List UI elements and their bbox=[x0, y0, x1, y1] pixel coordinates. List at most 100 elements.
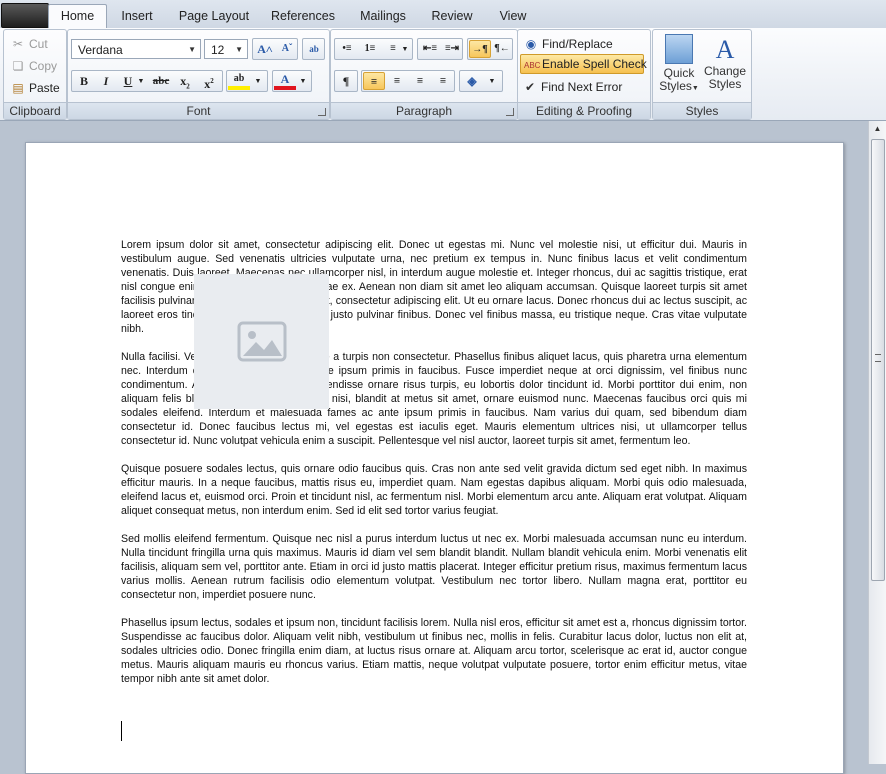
align-right-icon[interactable]: ≡ bbox=[409, 72, 431, 90]
highlight-strip: ab ▼ bbox=[226, 70, 268, 92]
tab-page-layout[interactable]: Page Layout bbox=[172, 7, 256, 27]
tab-references[interactable]: References bbox=[266, 7, 340, 27]
chevron-down-icon[interactable]: ▼ bbox=[252, 72, 264, 90]
clipboard-icon: ▤ bbox=[12, 81, 24, 95]
change-styles-label-2: Styles bbox=[708, 77, 742, 91]
copy-button[interactable]: ❏ Copy bbox=[10, 56, 57, 76]
document-page[interactable]: Lorem ipsum dolor sit amet, consectetur … bbox=[25, 142, 844, 774]
indent-strip: ⇤≡ ≡⇥ bbox=[417, 38, 463, 60]
bold-icon[interactable]: B bbox=[73, 72, 95, 90]
left-to-right-icon[interactable]: →¶ bbox=[469, 40, 491, 58]
font-size-value: 12 bbox=[211, 43, 225, 57]
shrink-font-icon[interactable]: Aˇ bbox=[276, 40, 298, 58]
cut-label: Cut bbox=[29, 37, 48, 51]
find-replace-label: Find/Replace bbox=[542, 37, 613, 51]
font-size-select[interactable]: 12 ▼ bbox=[204, 39, 248, 59]
font-grow-shrink-strip: A˄ Aˇ bbox=[252, 38, 298, 60]
tab-mailings[interactable]: Mailings bbox=[352, 7, 414, 27]
scrollbar-thumb[interactable] bbox=[871, 139, 885, 581]
quick-styles-icon bbox=[665, 34, 693, 64]
lists-strip: •≡ 1≡ ≡ ▼ bbox=[334, 38, 413, 60]
spell-check-icon: ABC bbox=[524, 61, 541, 70]
image-placeholder-icon bbox=[237, 321, 287, 362]
justify-icon[interactable]: ≡ bbox=[432, 72, 454, 90]
shading-icon[interactable]: ◈ bbox=[461, 72, 483, 90]
font-name-select[interactable]: Verdana ▼ bbox=[71, 39, 201, 59]
paragraph-4: Sed mollis eleifend fermentum. Quisque n… bbox=[121, 533, 747, 601]
quick-styles-button[interactable]: Quick Styles▼ bbox=[657, 34, 701, 95]
find-next-error-button[interactable]: ✔ Find Next Error bbox=[522, 77, 622, 97]
scroll-up-icon[interactable]: ▲ bbox=[869, 121, 886, 137]
spell-check-label: Enable Spell Check bbox=[542, 57, 647, 71]
grip-icon bbox=[875, 354, 881, 362]
grow-font-icon[interactable]: A˄ bbox=[254, 40, 276, 58]
pilcrow-icon[interactable]: ¶ bbox=[335, 72, 357, 90]
font-group-label: Font bbox=[68, 102, 329, 119]
clear-formatting-icon[interactable]: ab bbox=[303, 40, 325, 58]
styles-group-label: Styles bbox=[653, 102, 751, 119]
ribbon-tab-bar: Home Insert Page Layout References Maili… bbox=[0, 0, 886, 29]
chevron-down-icon[interactable]: ▼ bbox=[399, 40, 411, 58]
subscript-icon[interactable]: x2 bbox=[174, 72, 196, 90]
styles-group: Quick Styles▼ A Change Styles Styles bbox=[652, 29, 752, 120]
increase-indent-icon[interactable]: ≡⇥ bbox=[441, 40, 463, 58]
quick-styles-label-2: Styles bbox=[659, 79, 692, 93]
document-area: Lorem ipsum dolor sit amet, consectetur … bbox=[0, 121, 868, 774]
change-styles-icon: A bbox=[715, 35, 735, 64]
tab-review[interactable]: Review bbox=[425, 7, 479, 27]
copy-label: Copy bbox=[29, 59, 58, 73]
font-group: Verdana ▼ 12 ▼ A˄ Aˇ ab B I U ▼ abc x2 x… bbox=[67, 29, 330, 120]
find-next-error-label: Find Next Error bbox=[541, 80, 623, 94]
tab-view[interactable]: View bbox=[490, 7, 536, 27]
paragraph-group-label: Paragraph bbox=[331, 102, 517, 119]
font-name-value: Verdana bbox=[78, 43, 123, 57]
paste-button[interactable]: ▤ Paste bbox=[10, 78, 59, 98]
alignment-strip: ≡ ≡ ≡ ≡ bbox=[361, 70, 455, 92]
tab-insert[interactable]: Insert bbox=[112, 7, 162, 27]
clipboard-group-label: Clipboard bbox=[4, 102, 66, 119]
right-to-left-icon[interactable]: ¶← bbox=[491, 40, 513, 58]
application-menu-button[interactable] bbox=[1, 3, 49, 28]
highlight-icon[interactable]: ab bbox=[228, 72, 250, 90]
font-style-strip: B I U ▼ abc x2 x2 bbox=[71, 70, 223, 92]
font-dialog-launcher-icon[interactable] bbox=[318, 108, 326, 116]
vertical-scrollbar[interactable]: ▲ bbox=[868, 121, 886, 764]
chevron-down-icon: ▼ bbox=[188, 45, 196, 54]
chevron-down-icon[interactable]: ▼ bbox=[486, 72, 498, 90]
align-left-icon[interactable]: ≡ bbox=[363, 72, 385, 90]
enable-spell-check-button[interactable]: ABC Enable Spell Check bbox=[520, 54, 647, 74]
paragraph-3: Quisque posuere sodales lectus, quis orn… bbox=[121, 463, 747, 517]
bullet-list-icon[interactable]: •≡ bbox=[336, 40, 358, 58]
paragraph-5: Phasellus ipsum lectus, sodales et ipsum… bbox=[121, 617, 747, 685]
chevron-down-icon[interactable]: ▼ bbox=[136, 72, 146, 90]
chevron-down-icon: ▼ bbox=[691, 85, 699, 92]
paragraph-group: •≡ 1≡ ≡ ▼ ⇤≡ ≡⇥ →¶ ¶← ¶ ≡ ≡ ≡ ≡ ◈ ▼ Para… bbox=[330, 29, 518, 120]
chevron-down-icon: ▼ bbox=[235, 45, 243, 54]
font-color-strip: A ▼ bbox=[272, 70, 312, 92]
text-cursor bbox=[121, 721, 122, 741]
scissors-icon: ✂ bbox=[12, 37, 24, 51]
clear-format-strip: ab bbox=[302, 38, 325, 60]
paragraph-dialog-launcher-icon[interactable] bbox=[506, 108, 514, 116]
strikethrough-icon[interactable]: abc bbox=[150, 72, 172, 90]
decrease-indent-icon[interactable]: ⇤≡ bbox=[419, 40, 441, 58]
find-replace-button[interactable]: ◉ Find/Replace bbox=[523, 34, 613, 54]
binoculars-icon: ◉ bbox=[525, 37, 537, 51]
editing-proofing-group-label: Editing & Proofing bbox=[518, 102, 650, 119]
inline-image[interactable] bbox=[194, 274, 329, 409]
superscript-icon[interactable]: x2 bbox=[198, 72, 220, 91]
ribbon: ✂ Cut ❏ Copy ▤ Paste Clipboard Verdana ▼ 12… bbox=[0, 28, 886, 121]
numbered-list-icon[interactable]: 1≡ bbox=[359, 40, 381, 58]
clipboard-group: ✂ Cut ❏ Copy ▤ Paste Clipboard bbox=[3, 29, 67, 120]
show-marks-strip: ¶ bbox=[334, 70, 358, 92]
tab-home[interactable]: Home bbox=[48, 4, 107, 29]
cut-button[interactable]: ✂ Cut bbox=[10, 34, 48, 54]
font-color-icon[interactable]: A bbox=[274, 72, 296, 90]
change-styles-button[interactable]: A Change Styles bbox=[703, 34, 747, 91]
shading-strip: ◈ ▼ bbox=[459, 70, 503, 92]
direction-strip: →¶ ¶← bbox=[467, 38, 513, 60]
chevron-down-icon[interactable]: ▼ bbox=[297, 72, 309, 90]
copy-icon: ❏ bbox=[12, 59, 24, 73]
align-center-icon[interactable]: ≡ bbox=[386, 72, 408, 90]
italic-icon[interactable]: I bbox=[95, 72, 117, 90]
